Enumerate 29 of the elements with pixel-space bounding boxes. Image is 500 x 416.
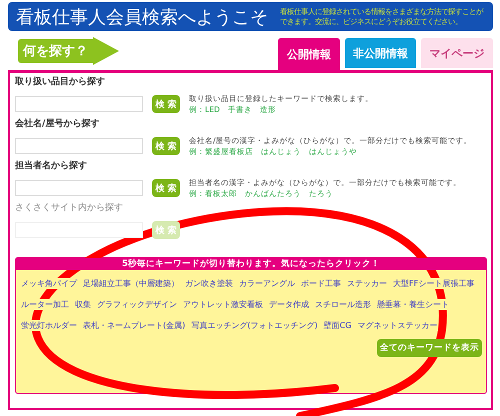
keyword-link[interactable]: 蛍光灯ホルダー	[21, 320, 77, 331]
section-label: さくさくサイト内から探す	[15, 203, 124, 214]
keyword-link[interactable]: カラーアングル	[239, 278, 295, 289]
keyword-link[interactable]: データ作成	[269, 299, 309, 310]
keyword-link[interactable]: 収集	[75, 299, 91, 310]
keyword-link[interactable]: 大型FFシート展張工事	[393, 278, 474, 289]
keyword-link[interactable]: スチロール造形	[315, 299, 371, 310]
keyword-link[interactable]: ボード工事	[301, 278, 341, 289]
keyword-link[interactable]: 表札・ネームプレート(金属)	[83, 320, 186, 331]
arrow-icon	[93, 37, 119, 65]
section-label: 会社名/屋号から探す	[15, 119, 100, 130]
section-label: 取り扱い品目から探す	[15, 77, 106, 88]
keyword-heading: 5秒毎にキーワードが切り替わります。気になったらクリック！	[16, 258, 486, 270]
tab[interactable]: 公開情報	[278, 38, 340, 70]
keyword-link[interactable]: 壁面CG	[324, 320, 352, 331]
keyword-link[interactable]: 懸垂幕・養生シート	[377, 299, 449, 310]
keyword-link[interactable]: メッキ角パイプ	[21, 278, 77, 289]
keyword-link[interactable]: グラフィックデザイン	[97, 299, 177, 310]
keyword-link[interactable]: ガン吹き塗装	[185, 278, 233, 289]
keyword-link[interactable]: ステッカー	[347, 278, 387, 289]
keyword-link[interactable]: ルーター加工	[21, 299, 69, 310]
section-label: 担当者名から探す	[15, 161, 88, 172]
search-field[interactable]	[15, 180, 143, 196]
keyword-link[interactable]: マグネットステッカー	[358, 320, 438, 331]
page-title: 看板仕事人会員検索へようこそ	[16, 6, 268, 28]
search-field[interactable]	[15, 96, 143, 112]
keyword-link[interactable]: アウトレット激安看板	[183, 299, 263, 310]
search-field[interactable]	[15, 138, 143, 154]
keyword-link[interactable]: 写真エッチング(フォトエッチング)	[191, 320, 318, 331]
